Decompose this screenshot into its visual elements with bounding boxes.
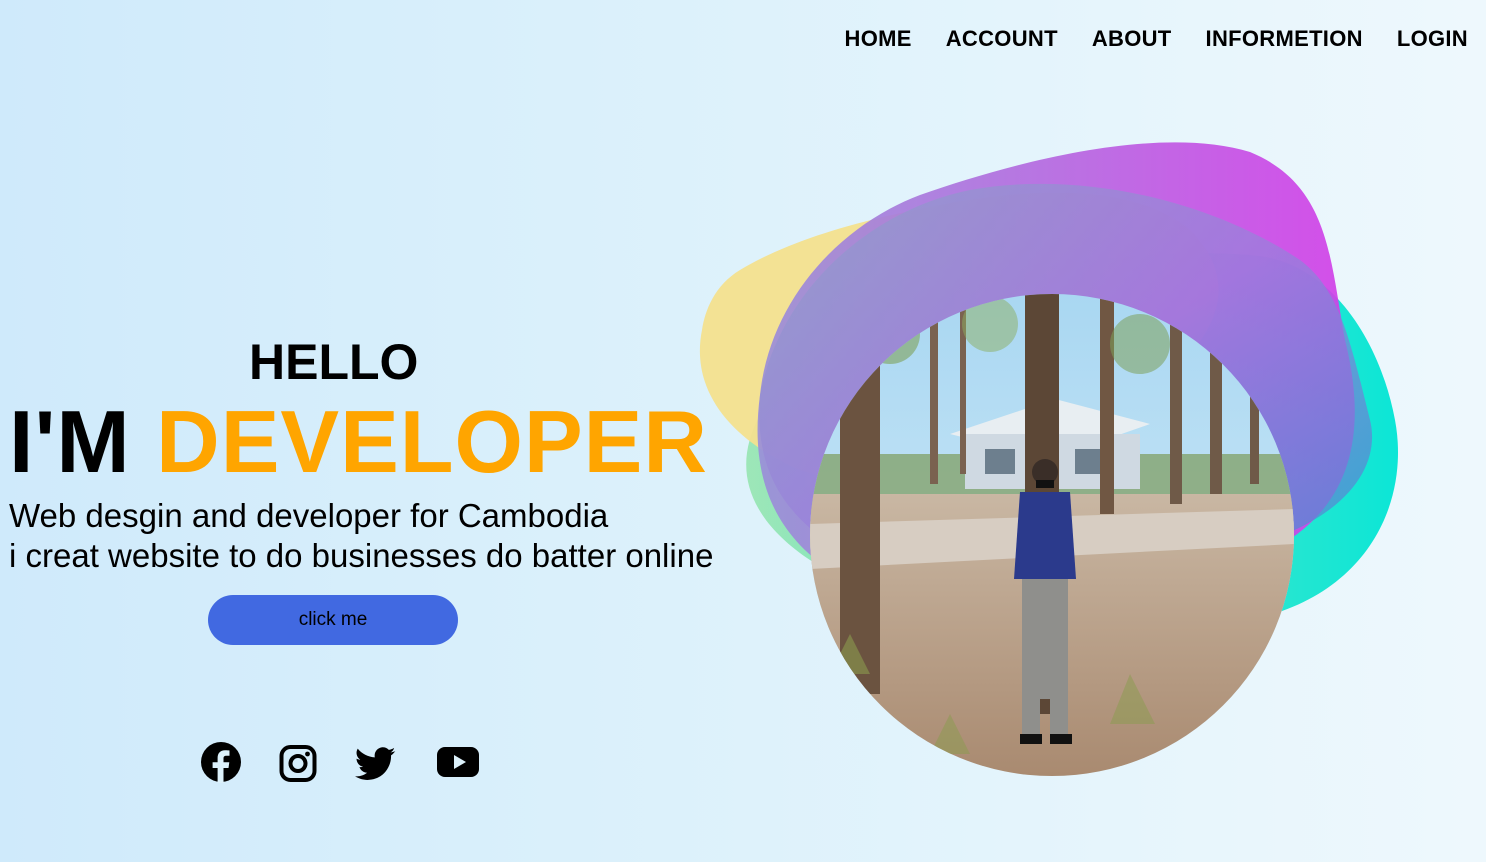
nav-informetion[interactable]: INFORMETION xyxy=(1206,26,1363,52)
hero-greeting: HELLO xyxy=(249,334,419,390)
photo-scene xyxy=(810,294,1294,776)
click-me-button[interactable]: click me xyxy=(208,595,458,645)
subtitle-line-1: Web desgin and developer for Cambodia xyxy=(9,497,609,534)
hero-subtitle: Web desgin and developer for Cambodia i … xyxy=(9,496,713,576)
subtitle-line-2: i creat website to do businesses do batt… xyxy=(9,537,714,574)
social-links xyxy=(0,740,500,785)
instagram-icon[interactable] xyxy=(279,740,317,784)
nav-home[interactable]: HOME xyxy=(845,26,912,52)
profile-photo xyxy=(810,294,1294,776)
facebook-icon[interactable] xyxy=(200,740,242,784)
hero-headline: I'M DEVELOPER xyxy=(9,392,708,492)
twitter-icon[interactable] xyxy=(355,740,396,784)
nav-account[interactable]: ACCOUNT xyxy=(946,26,1058,52)
nav-about[interactable]: ABOUT xyxy=(1092,26,1172,52)
nav-login[interactable]: LOGIN xyxy=(1397,26,1468,52)
headline-prefix: I'M xyxy=(9,392,131,491)
main-nav: HOME ACCOUNT ABOUT INFORMETION LOGIN xyxy=(811,26,1468,52)
headline-highlight: DEVELOPER xyxy=(156,392,708,491)
youtube-icon[interactable] xyxy=(436,740,480,784)
